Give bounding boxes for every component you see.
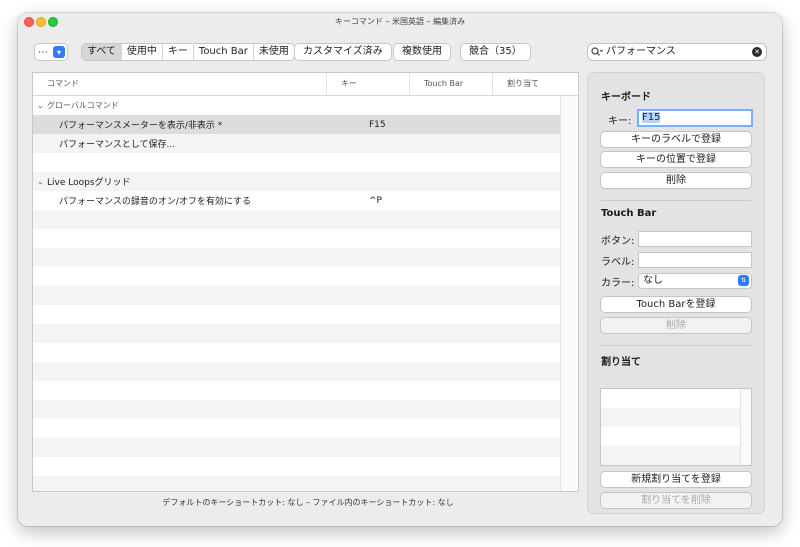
filter-key[interactable]: キー (163, 44, 194, 60)
customized-button[interactable]: カスタマイズ済み (295, 44, 391, 60)
touchbar-label-field[interactable] (639, 253, 751, 267)
table-row-empty (33, 153, 561, 172)
table-row-empty (33, 343, 561, 362)
filter-used[interactable]: 使用中 (122, 44, 163, 60)
key-cell: ^P (369, 195, 382, 206)
assignments-scrollbar[interactable] (740, 389, 751, 465)
list-item (601, 389, 751, 408)
title-bar: キーコマンド – 米国英語 – 編集済み (18, 13, 782, 29)
column-header-command[interactable]: コマンド (33, 73, 327, 95)
color-select[interactable]: なし ⇅ (639, 274, 751, 288)
multiple-use-button[interactable]: 複数使用 (394, 44, 450, 60)
filter-touchbar[interactable]: Touch Bar (194, 44, 254, 60)
table-row-empty (33, 267, 561, 286)
touchbar-button-field[interactable] (639, 232, 751, 246)
table-body: ⌄ グローバルコマンド パフォーマンスメーターを表示/非表示 * F15 パフォー… (33, 96, 561, 491)
assign-by-label-button[interactable]: キーのラベルで登録 (601, 132, 751, 147)
clear-search-icon[interactable]: ✕ (752, 47, 762, 57)
disclosure-chevron-icon[interactable]: ⌄ (37, 177, 47, 186)
updown-chevron-icon: ⇅ (738, 275, 749, 286)
button-label: ボタン: (601, 236, 635, 247)
table-row[interactable]: パフォーマンスとして保存... (33, 134, 561, 153)
delete-key-button[interactable]: 削除 (601, 173, 751, 188)
table-row-empty (33, 438, 561, 457)
group-label: Live Loopsグリッド (47, 178, 131, 188)
conflicts-button[interactable]: 競合（35） (461, 44, 530, 60)
zoom-window-button[interactable] (48, 17, 58, 27)
assignments-section-title: 割り当て (601, 357, 641, 368)
group-row-global[interactable]: ⌄ グローバルコマンド (33, 96, 561, 115)
divider (601, 200, 751, 201)
toolbar: ⋯ ▾ すべて 使用中 キー Touch Bar 未使用 カスタマイズ済み 複数… (18, 41, 782, 63)
key-field-value: F15 (642, 112, 661, 123)
key-field[interactable]: F15 (639, 111, 751, 125)
assignments-list[interactable] (601, 389, 751, 465)
command-cell: パフォーマンスメーターを表示/非表示 * (59, 121, 223, 131)
delete-touchbar-button[interactable]: 削除 (601, 318, 751, 333)
table-row-empty (33, 305, 561, 324)
table-row-empty (33, 381, 561, 400)
table-scrollbar[interactable] (560, 96, 578, 491)
table-row-selected[interactable]: パフォーマンスメーターを表示/非表示 * F15 (33, 115, 561, 134)
table-row[interactable]: パフォーマンスの録音のオン/オフを有効にする ^P (33, 191, 561, 210)
label-label: ラベル: (601, 257, 635, 268)
table-row-empty (33, 324, 561, 343)
inspector-panel: キーボード キー: F15 キーのラベルで登録 キーの位置で登録 削除 Touc… (588, 73, 764, 513)
divider (601, 345, 751, 346)
filter-segmented-control: すべて 使用中 キー Touch Bar 未使用 (82, 44, 294, 60)
column-header-assign[interactable]: 割り当て (493, 73, 578, 95)
list-item (601, 427, 751, 446)
color-select-value: なし (643, 275, 663, 286)
window-title: キーコマンド – 米国英語 – 編集済み (334, 16, 466, 26)
table-header: コマンド キー Touch Bar 割り当て (33, 73, 578, 96)
status-bar: デフォルトのキーショートカット: なし – ファイル内のキーショートカット: な… (162, 498, 454, 507)
table-row-empty (33, 248, 561, 267)
command-cell: パフォーマンスの録音のオン/オフを有効にする (59, 197, 251, 207)
table-row-empty (33, 362, 561, 381)
close-window-button[interactable] (24, 17, 34, 27)
table-row-empty (33, 229, 561, 248)
color-label: カラー: (601, 278, 635, 289)
key-commands-window: キーコマンド – 米国英語 – 編集済み ⋯ ▾ すべて 使用中 キー Touc… (18, 13, 782, 526)
column-header-touchbar[interactable]: Touch Bar (410, 73, 493, 95)
commands-table: コマンド キー Touch Bar 割り当て ⌄ グローバルコマンド パフォーマン… (33, 73, 578, 491)
keyboard-section-title: キーボード (601, 92, 651, 103)
new-assignment-button[interactable]: 新規割り当てを登録 (601, 472, 751, 487)
list-item (601, 446, 751, 465)
table-row-empty (33, 400, 561, 419)
group-label: グローバルコマンド (47, 101, 119, 110)
table-row-empty (33, 476, 561, 491)
command-cell: パフォーマンスとして保存... (59, 140, 176, 150)
filter-unused[interactable]: 未使用 (254, 44, 294, 60)
chevron-down-icon: ▾ (53, 46, 65, 58)
table-row-empty (33, 457, 561, 476)
table-row-empty (33, 419, 561, 438)
assign-by-position-button[interactable]: キーの位置で登録 (601, 152, 751, 167)
group-row-live-loops[interactable]: ⌄ Live Loopsグリッド (33, 172, 561, 191)
column-header-key[interactable]: キー (327, 73, 410, 95)
filter-all[interactable]: すべて (82, 44, 122, 60)
table-row-empty (33, 210, 561, 229)
options-menu-button[interactable]: ⋯ ▾ (35, 44, 67, 60)
ellipsis-icon: ⋯ (38, 46, 48, 58)
search-input[interactable]: パフォーマンス (606, 44, 752, 60)
touchbar-section-title: Touch Bar (601, 208, 657, 219)
key-cell: F15 (369, 119, 386, 130)
search-field[interactable]: パフォーマンス ✕ (588, 44, 766, 60)
list-item (601, 408, 751, 427)
minimize-window-button[interactable] (36, 17, 46, 27)
search-icon (588, 47, 606, 57)
disclosure-chevron-icon[interactable]: ⌄ (37, 101, 47, 110)
table-row-empty (33, 286, 561, 305)
delete-assignment-button[interactable]: 割り当てを削除 (601, 493, 751, 508)
assign-touchbar-button[interactable]: Touch Barを登録 (601, 297, 751, 312)
key-label: キー: (608, 116, 632, 127)
